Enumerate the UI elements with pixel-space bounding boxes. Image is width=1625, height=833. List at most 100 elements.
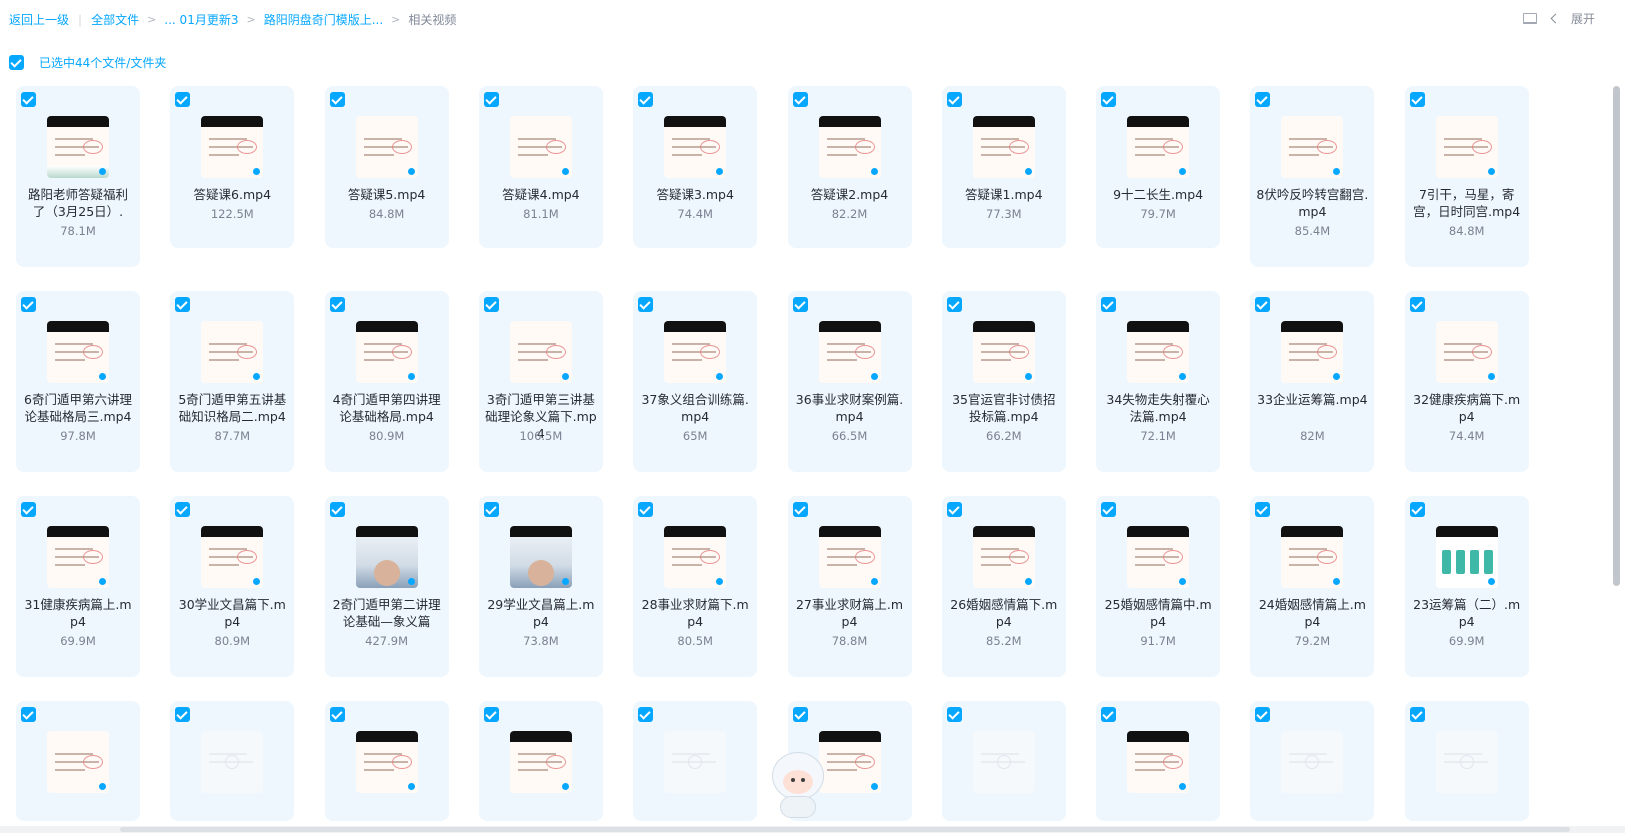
file-card[interactable]: 34失物走失射覆心法篇.mp4 72.1M [1096,291,1221,472]
file-card[interactable]: 33企业运筹篇.mp4 82M [1250,291,1375,472]
file-checkbox[interactable] [1409,92,1425,107]
file-checkbox[interactable] [21,297,36,312]
file-card[interactable]: 答疑课2.mp4 82.2M [787,86,912,248]
file-checkbox[interactable] [638,92,654,107]
file-checkbox[interactable] [638,707,654,722]
file-checkbox[interactable] [1255,297,1271,312]
file-checkbox[interactable] [946,297,962,312]
file-checkbox[interactable] [21,502,36,517]
file-card[interactable]: 答疑课4.mp4 81.1M [478,86,603,248]
file-card[interactable]: 答疑课1.mp4 77.3M [941,86,1066,248]
file-checkbox[interactable] [1101,92,1117,107]
video-thumbnail [509,116,572,178]
file-card[interactable]: 8伏吟反吟转宫翻宫.mp4 85.4M [1250,86,1375,267]
file-card[interactable]: 23运筹篇（二）.mp4 69.9M [1404,496,1529,677]
breadcrumb-item-all-files[interactable]: 全部文件 [91,11,139,28]
vertical-scrollbar[interactable] [1613,86,1620,586]
breadcrumb-item-template[interactable]: 路阳阴盘奇门模版上... [264,11,383,28]
file-card[interactable] [324,701,449,821]
file-card[interactable] [16,701,140,821]
file-card[interactable]: 5奇门遁甲第五讲基础知识格局二.mp4 87.7M [170,291,295,472]
file-card[interactable] [1250,701,1375,821]
file-checkbox[interactable] [1101,502,1117,517]
file-card[interactable]: 26婚姻感情篇下.mp4 85.2M [941,496,1066,677]
file-card[interactable] [941,701,1066,821]
file-card[interactable]: 32健康疾病篇下.mp4 74.4M [1404,291,1529,472]
file-checkbox[interactable] [1409,502,1425,517]
file-size: 82.2M [831,207,868,221]
file-checkbox[interactable] [638,297,654,312]
file-card[interactable]: 29学业文昌篇上.mp4 73.8M [478,496,603,677]
file-checkbox[interactable] [638,502,654,517]
file-card[interactable]: 24婚姻感情篇上.mp4 79.2M [1250,496,1375,677]
file-checkbox[interactable] [329,707,345,722]
file-card[interactable]: 答疑课6.mp4 122.5M [170,86,295,248]
file-card[interactable] [1096,701,1221,821]
file-card[interactable]: 9十二长生.mp4 79.7M [1096,86,1221,248]
file-checkbox[interactable] [175,297,191,312]
assistant-mascot-icon[interactable] [770,752,826,818]
file-checkbox[interactable] [792,707,808,722]
file-card[interactable]: 31健康疾病篇上.mp4 69.9M [16,496,140,677]
file-checkbox[interactable] [792,92,808,107]
file-checkbox[interactable] [175,502,191,517]
expand-button[interactable]: 展开 [1550,10,1595,27]
file-checkbox[interactable] [1255,92,1271,107]
file-card[interactable]: 6奇门遁甲第六讲理论基础格局三.mp4 97.8M [16,291,140,472]
horizontal-scrollbar[interactable] [0,826,1625,833]
horizontal-scrollbar-thumb[interactable] [120,827,1570,832]
video-thumbnail [818,526,881,588]
breadcrumb-item-update[interactable]: ... 01月更新3 [164,11,238,28]
file-checkbox[interactable] [1409,297,1425,312]
file-card[interactable] [633,701,758,821]
file-checkbox[interactable] [1255,707,1271,722]
file-card[interactable]: 7引干，马星，寄宫，日时同宫.mp4 84.8M [1404,86,1529,267]
file-checkbox[interactable] [946,707,962,722]
file-name: 37象义组合训练篇.mp4 [641,392,749,424]
file-name: 28事业求财篇下.mp4 [641,597,749,629]
file-card[interactable]: 36事业求财案例篇.mp4 66.5M [787,291,912,472]
file-checkbox[interactable] [329,297,345,312]
layout-toggle-icon[interactable] [1522,12,1538,26]
video-thumbnail [509,526,572,588]
file-checkbox[interactable] [329,502,345,517]
file-checkbox[interactable] [1255,502,1271,517]
file-card[interactable] [478,701,603,821]
file-checkbox[interactable] [21,92,36,107]
file-checkbox[interactable] [792,297,808,312]
file-card[interactable]: 28事业求财篇下.mp4 80.5M [633,496,758,677]
file-card[interactable]: 35官运官非讨债招投标篇.mp4 66.2M [941,291,1066,472]
file-card[interactable] [1404,701,1529,821]
file-card[interactable]: 37象义组合训练篇.mp4 65M [633,291,758,472]
file-checkbox[interactable] [946,502,962,517]
file-checkbox[interactable] [21,707,36,722]
file-card[interactable]: 答疑课3.mp4 74.4M [633,86,758,248]
file-card[interactable]: 答疑课5.mp4 84.8M [324,86,449,248]
file-card[interactable] [170,701,295,821]
video-thumbnail [47,731,109,793]
file-checkbox[interactable] [1409,707,1425,722]
file-checkbox[interactable] [946,92,962,107]
file-checkbox[interactable] [483,297,499,312]
back-link[interactable]: 返回上一级 [9,11,69,28]
file-card[interactable]: 4奇门遁甲第四讲理论基础格局.mp4 80.9M [324,291,449,472]
file-card[interactable]: 路阳老师答疑福利了（3月25日）. 78.1M [16,86,140,267]
file-card[interactable]: 3奇门遁甲第三讲基础理论象义篇下.mp4 106.5M [478,291,603,472]
select-all-checkbox[interactable] [9,55,24,70]
file-card[interactable]: 27事业求财篇上.mp4 78.8M [787,496,912,677]
file-checkbox[interactable] [175,707,191,722]
file-checkbox[interactable] [483,707,499,722]
file-checkbox[interactable] [329,92,345,107]
file-card[interactable]: 30学业文昌篇下.mp4 80.9M [170,496,295,677]
file-checkbox[interactable] [483,92,499,107]
file-card[interactable]: 2奇门遁甲第二讲理论基础—象义篇 427.9M [324,496,449,677]
file-card[interactable]: 25婚姻感情篇中.mp4 91.7M [1096,496,1221,677]
file-checkbox[interactable] [175,92,191,107]
file-checkbox[interactable] [1101,707,1117,722]
file-name: 答疑课2.mp4 [810,187,889,202]
file-checkbox[interactable] [792,502,808,517]
file-size: 69.9M [1448,634,1485,648]
file-checkbox[interactable] [1101,297,1117,312]
file-checkbox[interactable] [483,502,499,517]
file-size: 78.1M [60,224,96,238]
